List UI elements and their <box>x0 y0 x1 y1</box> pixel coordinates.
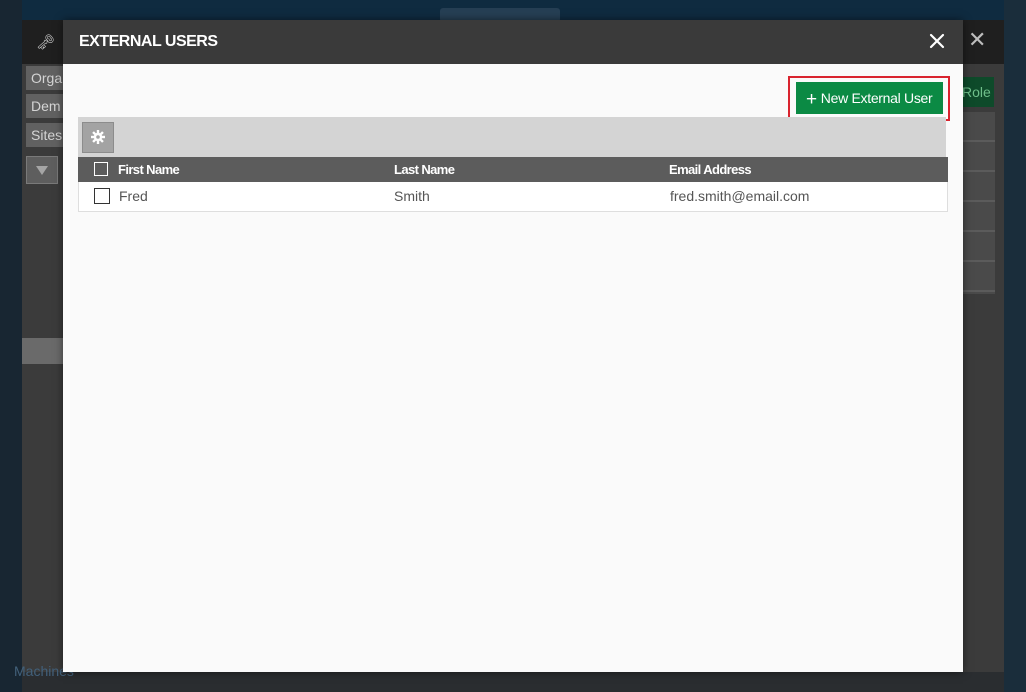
new-external-user-button[interactable]: + New External User <box>796 82 943 114</box>
plus-icon: + <box>806 89 817 110</box>
cell-email: fred.smith@email.com <box>670 188 810 204</box>
column-first-name[interactable]: First Name <box>118 157 180 182</box>
new-button-highlight: + New External User <box>788 76 950 121</box>
dialog-title: EXTERNAL USERS <box>79 33 218 50</box>
gear-icon <box>91 130 105 144</box>
background-list-item[interactable] <box>22 338 64 364</box>
column-last-name[interactable]: Last Name <box>394 157 455 182</box>
new-external-user-label: New External User <box>820 90 933 106</box>
column-email-address[interactable]: Email Address <box>669 157 752 182</box>
cell-last-name: Smith <box>394 188 430 204</box>
cell-first-name: Fred <box>119 188 148 204</box>
app-right-edge <box>1004 0 1026 692</box>
app-left-rail <box>0 0 22 692</box>
settings-button[interactable] <box>82 122 114 153</box>
table-row[interactable]: Fred Smith fred.smith@email.com <box>78 182 948 212</box>
table-header: First Name Last Name Email Address <box>78 157 948 182</box>
background-close-icon[interactable]: ✕ <box>968 28 986 52</box>
external-users-dialog: EXTERNAL USERS + New External User First… <box>63 20 963 672</box>
row-checkbox[interactable] <box>94 188 110 204</box>
filter-icon[interactable] <box>26 156 58 184</box>
dialog-header: EXTERNAL USERS <box>63 20 963 64</box>
background-table <box>962 112 995 294</box>
external-users-table: First Name Last Name Email Address Fred … <box>78 157 948 212</box>
close-icon[interactable] <box>925 29 949 53</box>
background-role-button[interactable]: Role <box>958 77 994 107</box>
grid-toolbar <box>78 117 946 157</box>
key-icon: 🗝︎ <box>36 34 56 51</box>
select-all-checkbox[interactable] <box>94 162 108 176</box>
